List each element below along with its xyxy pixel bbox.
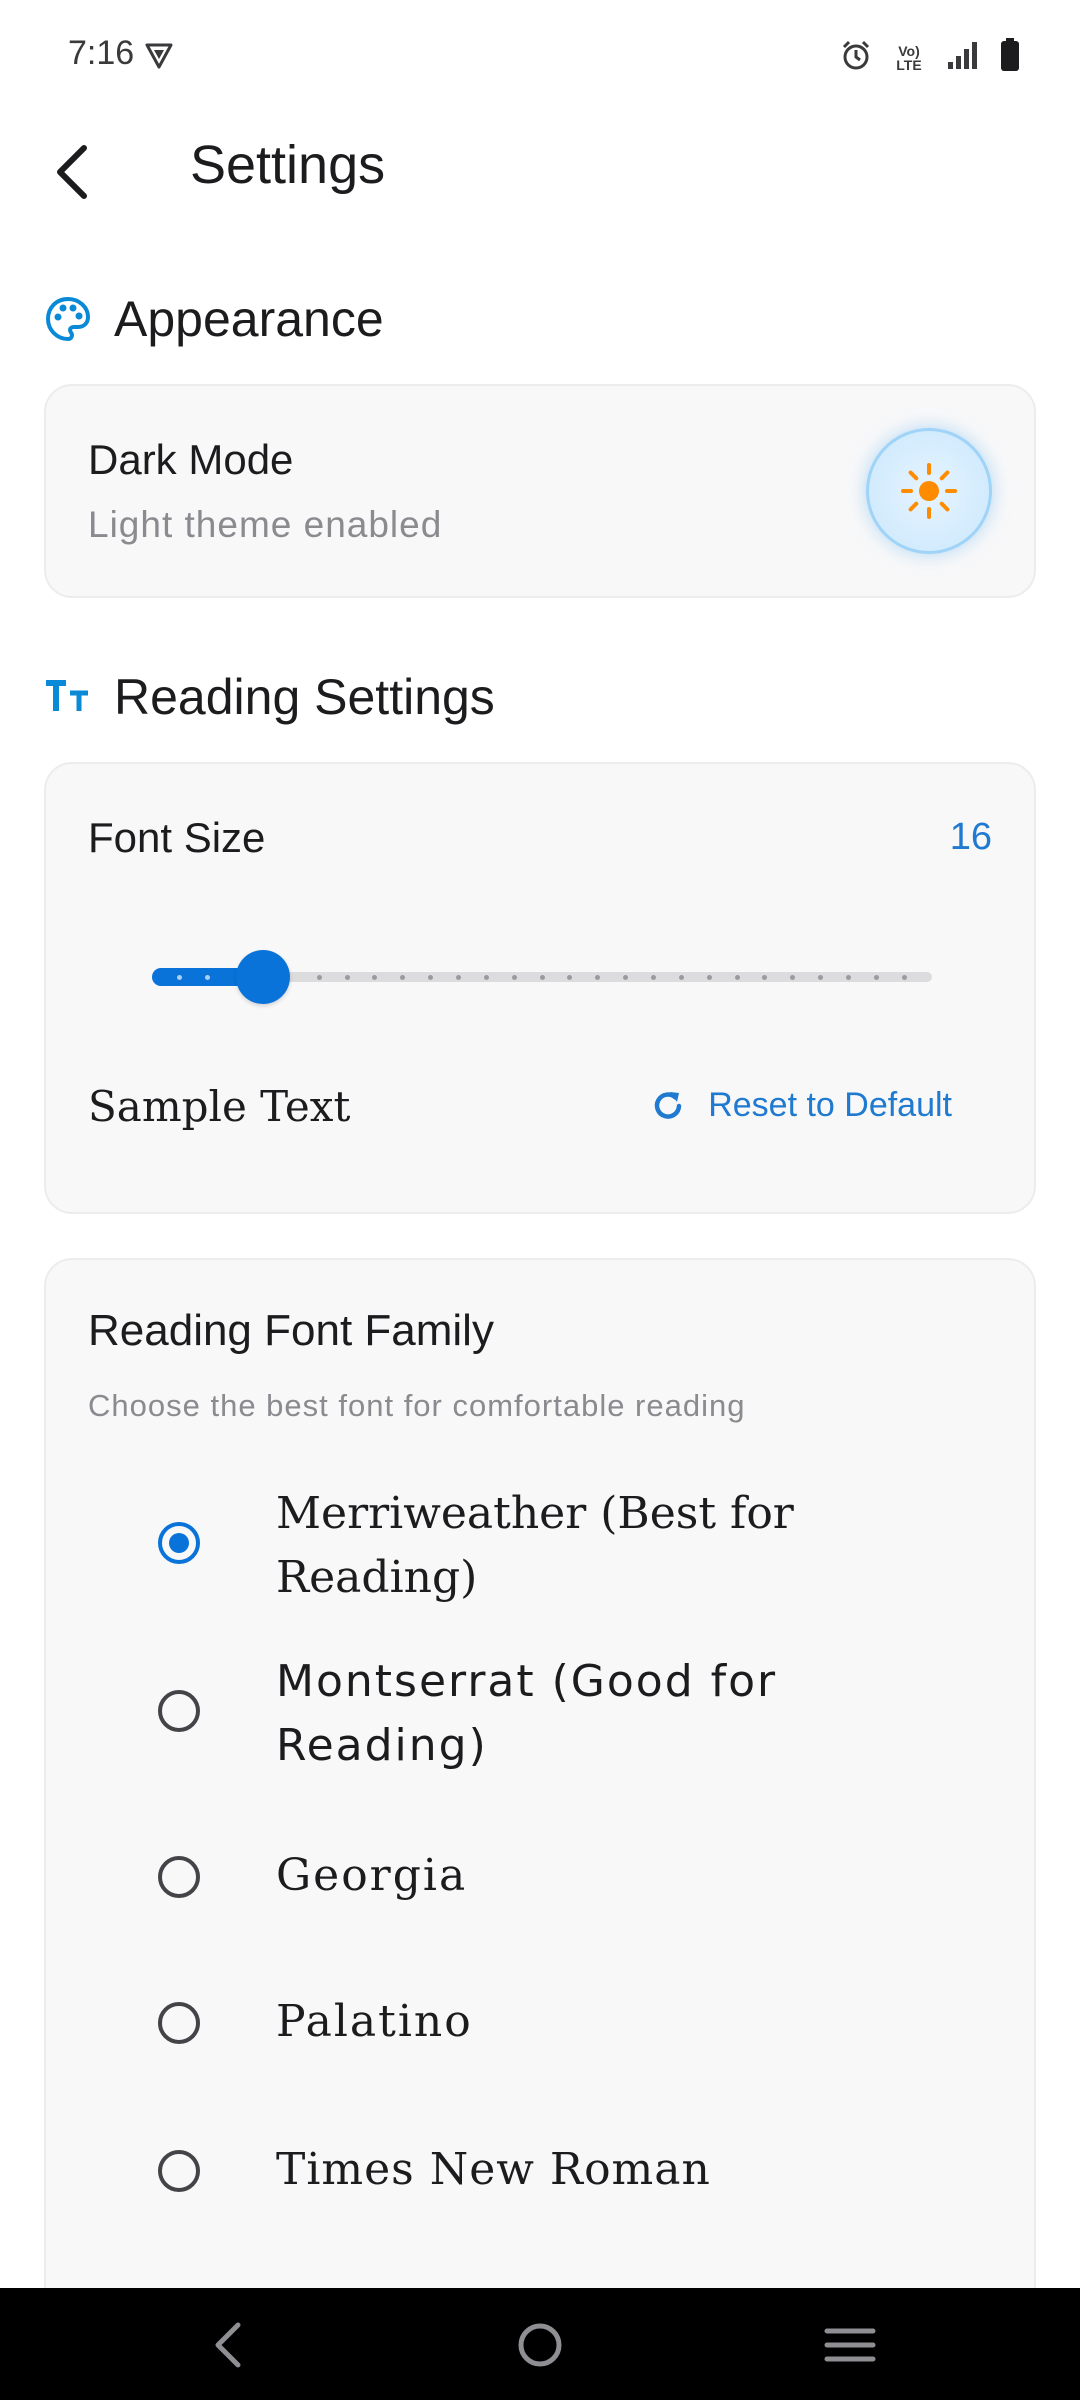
refresh-icon bbox=[655, 1091, 682, 1119]
font-option-label: Montserrat (Good for Reading) bbox=[276, 1656, 778, 1771]
radio-button[interactable] bbox=[158, 1690, 200, 1732]
dark-mode-subtitle: Light theme enabled bbox=[88, 504, 443, 545]
radio-button[interactable] bbox=[158, 1856, 200, 1898]
font-option-times-new-roman[interactable]: Times New Roman bbox=[46, 2126, 1034, 2216]
battery-icon bbox=[1000, 38, 1020, 77]
font-size-title: Font Size bbox=[88, 814, 266, 861]
font-option-georgia[interactable]: Georgia bbox=[46, 1832, 1034, 1922]
status-bar: 7:16 Vo) LTE bbox=[0, 0, 1080, 110]
dark-mode-card: Dark Mode Light theme enabled bbox=[44, 384, 1036, 598]
font-family-subtitle: Choose the best font for comfortable rea… bbox=[88, 1388, 746, 1423]
page-title: Settings bbox=[190, 135, 386, 195]
font-option-montserrat[interactable]: Montserrat (Good for Reading) bbox=[46, 1650, 1034, 1800]
section-title-appearance: Appearance bbox=[114, 291, 384, 347]
slider-thumb[interactable] bbox=[236, 950, 291, 1004]
reset-label: Reset to Default bbox=[708, 1086, 952, 1124]
font-size-value: 16 bbox=[949, 816, 992, 858]
text-size-icon bbox=[44, 673, 92, 721]
nav-recents-icon[interactable] bbox=[810, 2310, 890, 2380]
sun-icon bbox=[901, 463, 957, 519]
chevron-left-icon bbox=[57, 145, 87, 199]
dark-mode-toggle[interactable] bbox=[866, 428, 992, 554]
sample-text: Sample Text bbox=[88, 1082, 351, 1131]
font-size-slider[interactable] bbox=[152, 948, 932, 1008]
reading-settings-section-header: Reading Settings bbox=[44, 668, 495, 726]
slider-tick bbox=[873, 975, 879, 980]
font-option-label: Palatino bbox=[276, 1996, 473, 2047]
radio-button[interactable] bbox=[158, 2150, 200, 2192]
slider-tick bbox=[483, 975, 489, 980]
radio-button[interactable] bbox=[158, 1522, 200, 1564]
radio-button[interactable] bbox=[158, 2002, 200, 2044]
font-option-merriweather[interactable]: Merriweather (Best for Reading) bbox=[46, 1482, 1034, 1632]
font-option-label: Times New Roman bbox=[276, 2144, 711, 2195]
slider-tick bbox=[316, 975, 322, 980]
vpn-shield-icon bbox=[144, 40, 174, 75]
font-option-label: Merriweather (Best for Reading) bbox=[276, 1488, 794, 1603]
alarm-icon bbox=[840, 39, 872, 76]
signal-icon bbox=[946, 40, 978, 75]
back-button[interactable] bbox=[36, 136, 108, 208]
slider-tick bbox=[901, 975, 907, 980]
slider-tick bbox=[678, 975, 684, 980]
font-option-label: Georgia bbox=[276, 1850, 468, 1901]
status-time: 7:16 bbox=[68, 34, 135, 72]
nav-home-icon[interactable] bbox=[500, 2310, 580, 2380]
font-size-card: Font Size 16 Sample Text Reset to Defaul… bbox=[44, 762, 1036, 1214]
palette-icon bbox=[44, 295, 92, 343]
slider-tick bbox=[734, 975, 740, 980]
font-family-title: Reading Font Family bbox=[88, 1306, 494, 1355]
appearance-section-header: Appearance bbox=[44, 290, 384, 348]
slider-tick bbox=[511, 975, 517, 980]
dark-mode-title: Dark Mode bbox=[88, 436, 294, 483]
section-title-reading-settings: Reading Settings bbox=[114, 669, 495, 725]
slider-tick bbox=[650, 975, 656, 980]
slider-tick bbox=[344, 975, 350, 980]
slider-tick bbox=[845, 975, 851, 980]
slider-tick bbox=[455, 975, 461, 980]
font-option-palatino[interactable]: Palatino bbox=[46, 1980, 1034, 2070]
font-family-card: Reading Font Family Choose the best font… bbox=[44, 1258, 1036, 2358]
nav-back-icon[interactable] bbox=[188, 2310, 268, 2380]
reset-to-default-button[interactable]: Reset to Default bbox=[650, 1086, 952, 1125]
slider-tick bbox=[539, 975, 545, 980]
system-navigation-bar bbox=[0, 2288, 1080, 2400]
volte-icon: Vo) LTE bbox=[896, 42, 922, 73]
slider-tick bbox=[706, 975, 712, 980]
